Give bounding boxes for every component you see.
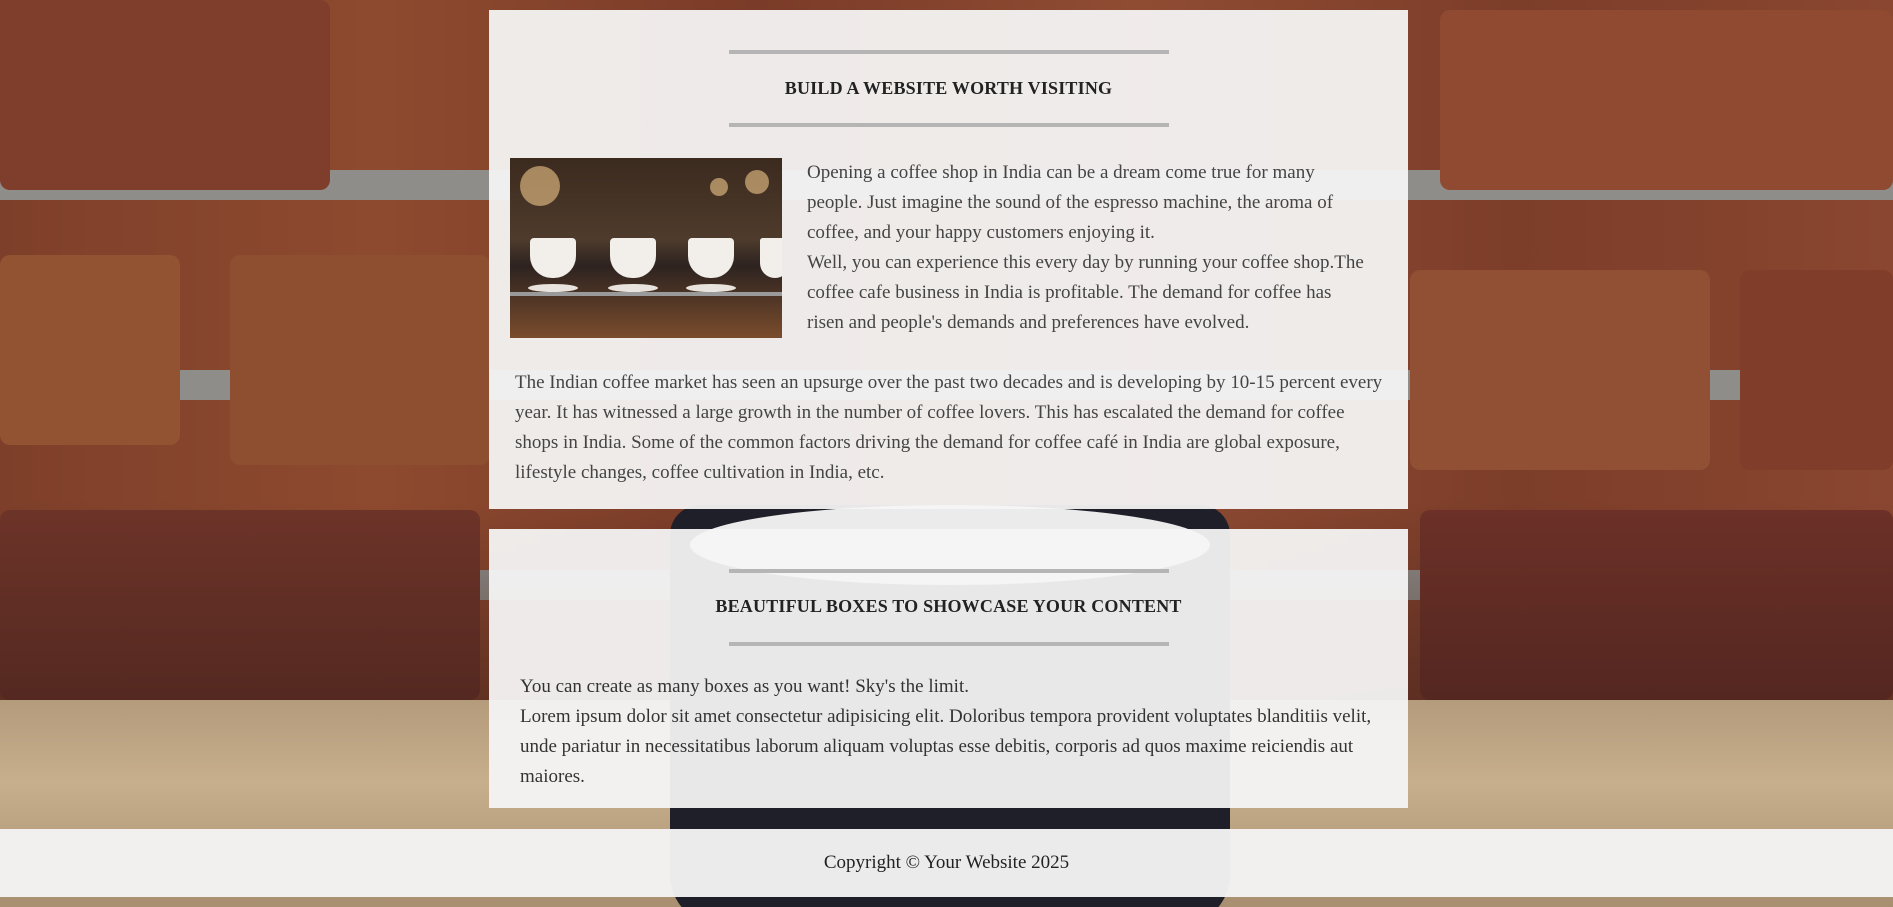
content-container: BUILD A WEBSITE WORTH VISITING Opening a…	[489, 10, 1408, 808]
feature-box-1: BUILD A WEBSITE WORTH VISITING Opening a…	[489, 10, 1408, 509]
heading-divider-bottom	[729, 642, 1169, 646]
box-paragraph-2: Lorem ipsum dolor sit amet consectetur a…	[520, 706, 1372, 787]
copyright-text: Copyright © Your Website 2025	[823, 852, 1070, 873]
intro-text: Opening a coffee shop in India can be a …	[807, 158, 1367, 338]
section-heading: BUILD A WEBSITE WORTH VISITING	[784, 78, 1113, 98]
feature-box-2: BEAUTIFUL BOXES TO SHOWCASE YOUR CONTENT…	[489, 529, 1408, 808]
heading-divider-top	[729, 569, 1169, 573]
market-paragraph: The Indian coffee market has seen an ups…	[515, 372, 1383, 483]
site-footer: Copyright © Your Website 2025	[0, 829, 1893, 897]
box-paragraph-1: You can create as many boxes as you want…	[520, 676, 969, 697]
coffee-pour-over-image	[510, 158, 782, 338]
heading-divider-bottom	[729, 123, 1169, 127]
section-heading: BEAUTIFUL BOXES TO SHOWCASE YOUR CONTENT	[715, 596, 1182, 616]
intro-paragraph-1: Opening a coffee shop in India can be a …	[807, 162, 1334, 243]
box-text: You can create as many boxes as you want…	[520, 672, 1380, 792]
intro-paragraph-2: Well, you can experience this every day …	[807, 252, 1364, 333]
heading-divider-top	[729, 50, 1169, 54]
